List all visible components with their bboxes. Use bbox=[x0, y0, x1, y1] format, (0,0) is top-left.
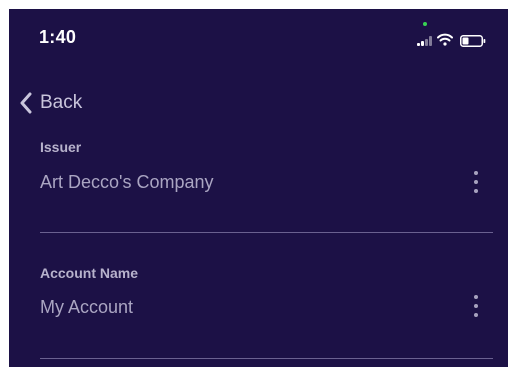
issuer-more-options-icon[interactable] bbox=[473, 171, 479, 193]
issuer-label: Issuer bbox=[40, 139, 82, 155]
back-label: Back bbox=[40, 92, 83, 113]
back-button[interactable]: Back bbox=[19, 90, 82, 116]
status-bar: 1:40 bbox=[9, 9, 508, 67]
account-name-divider bbox=[40, 358, 493, 359]
wifi-icon bbox=[437, 33, 453, 46]
account-name-field: Account Name My Account bbox=[40, 265, 493, 360]
battery-icon bbox=[460, 35, 486, 47]
account-name-value: My Account bbox=[40, 297, 134, 317]
account-name-label: Account Name bbox=[40, 265, 139, 281]
account-name-more-options-icon[interactable] bbox=[473, 295, 479, 317]
status-time: 1:40 bbox=[39, 27, 77, 47]
app-screen: 1:40 Back Issuer Art Decco's Company Acc… bbox=[9, 9, 508, 367]
issuer-field: Issuer Art Decco's Company bbox=[40, 139, 493, 234]
issuer-divider bbox=[40, 232, 493, 233]
chevron-left-icon bbox=[20, 92, 32, 114]
issuer-value: Art Decco's Company bbox=[40, 172, 214, 192]
cellular-signal-icon bbox=[417, 36, 433, 46]
privacy-indicator-icon bbox=[423, 22, 427, 26]
